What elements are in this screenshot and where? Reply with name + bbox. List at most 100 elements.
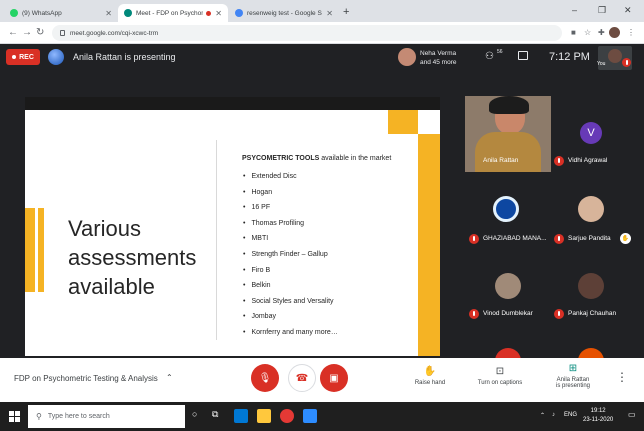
slide-accent-bar bbox=[38, 208, 44, 292]
participant-tile[interactable]: Pankaj Chauhan bbox=[554, 263, 636, 333]
participant-tile[interactable]: V Vidhi Agrawal bbox=[554, 96, 636, 172]
mic-off-icon: 🎙 bbox=[258, 372, 272, 384]
forward-arrow-icon[interactable]: → bbox=[22, 27, 32, 38]
participant-tile[interactable] bbox=[554, 340, 636, 358]
participant-tile[interactable]: Sarjue Pandita ✋ bbox=[554, 180, 636, 256]
captions-icon: ⊡ bbox=[495, 366, 505, 377]
record-dot-icon bbox=[12, 55, 17, 59]
presenter-avatar bbox=[48, 49, 64, 65]
browser-tab-strip: (9) WhatsApp ✕ Meet - FDP on Psychometri… bbox=[0, 0, 644, 22]
new-tab-button[interactable]: + bbox=[343, 6, 349, 18]
url-text: meet.google.com/cqi-xcwc-trm bbox=[70, 29, 159, 37]
rec-label: REC bbox=[19, 53, 34, 61]
star-icon[interactable]: ☆ bbox=[584, 28, 591, 37]
mic-off-icon bbox=[469, 309, 479, 319]
participant-name: Vinod Dumblekar bbox=[483, 310, 533, 317]
lock-icon bbox=[60, 30, 65, 36]
tab-whatsapp[interactable]: (9) WhatsApp ✕ bbox=[4, 4, 118, 22]
meeting-clock: 7:12 PM bbox=[549, 51, 590, 63]
tray-up-icon[interactable]: ⌃ bbox=[540, 412, 545, 419]
camera-toggle-button[interactable]: ▣ bbox=[320, 364, 348, 392]
slide-title-line: Various bbox=[68, 216, 141, 241]
chrome-icon[interactable] bbox=[280, 409, 294, 423]
mic-off-icon bbox=[554, 156, 564, 166]
close-tab-icon[interactable]: ✕ bbox=[215, 9, 222, 18]
participant-tile[interactable]: GHAZIABAD MANA... bbox=[465, 180, 551, 256]
windows-start-icon[interactable] bbox=[9, 411, 20, 422]
participant-avatar bbox=[578, 348, 604, 358]
participant-name: Anila Rattan bbox=[483, 157, 519, 164]
back-arrow-icon[interactable]: ← bbox=[8, 27, 18, 38]
raise-hand-label: Raise hand bbox=[414, 380, 446, 386]
close-tab-icon[interactable]: ✕ bbox=[105, 9, 112, 18]
address-bar[interactable]: meet.google.com/cqi-xcwc-trm bbox=[52, 25, 562, 41]
mic-off-icon bbox=[622, 58, 631, 67]
notifications-icon[interactable]: ▭ bbox=[628, 410, 636, 419]
raise-hand-button[interactable]: ✋ Raise hand bbox=[410, 366, 450, 386]
minimize-button[interactable]: – bbox=[572, 5, 577, 15]
zoom-icon[interactable] bbox=[303, 409, 317, 423]
microphone-toggle-button[interactable]: 🎙 bbox=[251, 364, 279, 392]
task-view-icon[interactable]: ⧉ bbox=[212, 409, 226, 423]
file-explorer-icon[interactable] bbox=[257, 409, 271, 423]
chevron-up-icon[interactable]: ⌃ bbox=[166, 373, 173, 382]
tab-title: Meet - FDP on Psychometric bbox=[136, 9, 203, 17]
participant-name: Neha Verma bbox=[420, 50, 457, 57]
participant-hair bbox=[489, 96, 529, 114]
more-options-icon[interactable]: ⋮ bbox=[616, 370, 628, 384]
participant-body bbox=[475, 132, 541, 172]
meeting-controls-bar: FDP on Psychometric Testing & Analysis ⌃… bbox=[0, 358, 644, 402]
language-indicator[interactable]: ENG bbox=[564, 412, 577, 418]
chat-icon[interactable] bbox=[518, 51, 528, 60]
profile-avatar[interactable] bbox=[609, 27, 620, 38]
speaker-icon[interactable]: ♪ bbox=[552, 412, 555, 418]
close-window-button[interactable]: ✕ bbox=[624, 5, 632, 16]
tool-item: Firo B bbox=[243, 263, 338, 279]
tab-meet[interactable]: Meet - FDP on Psychometric ✕ bbox=[118, 4, 228, 22]
organisation-logo bbox=[493, 196, 519, 222]
taskbar-clock[interactable]: 19:12 23-11-2020 bbox=[583, 407, 613, 425]
taskbar-search-box[interactable]: ⚲ Type here to search bbox=[28, 405, 185, 428]
participant-name: Pankaj Chauhan bbox=[568, 310, 617, 317]
participant-summary: Neha Verma and 45 more bbox=[420, 49, 457, 67]
slide-title: Various assessments available bbox=[68, 214, 196, 301]
browser-toolbar: ← → ↻ meet.google.com/cqi-xcwc-trm ■ ☆ ✚… bbox=[0, 22, 644, 44]
participant-tile[interactable] bbox=[465, 340, 551, 358]
presenting-status: Anila Rattan is presenting bbox=[73, 52, 176, 62]
mail-icon[interactable] bbox=[234, 409, 248, 423]
captions-button[interactable]: ⊡ Turn on captions bbox=[472, 366, 528, 386]
slide-divider bbox=[216, 140, 217, 340]
camera-icon[interactable]: ■ bbox=[571, 28, 576, 37]
captions-label: Turn on captions bbox=[477, 380, 523, 386]
participant-tile[interactable]: Vinod Dumblekar bbox=[465, 263, 551, 333]
self-avatar bbox=[608, 49, 622, 63]
tab-google-search[interactable]: resenweig test - Google Search ✕ bbox=[229, 4, 339, 22]
hang-up-icon: ☎ bbox=[295, 372, 309, 384]
menu-dots-icon[interactable]: ⋮ bbox=[627, 28, 635, 37]
reload-icon[interactable]: ↻ bbox=[36, 27, 44, 38]
tools-heading-rest: available in the market bbox=[319, 155, 392, 162]
tab-title: resenweig test - Google Search bbox=[247, 9, 322, 17]
maximize-button[interactable]: ❐ bbox=[598, 5, 606, 16]
meeting-details[interactable]: FDP on Psychometric Testing & Analysis bbox=[14, 374, 158, 383]
tool-item: 16 PF bbox=[243, 200, 338, 216]
slide-accent-bar bbox=[418, 134, 440, 356]
tool-item: Hogan bbox=[243, 185, 338, 201]
participant-initial: V bbox=[580, 122, 602, 144]
tool-item: Kornferry and many more… bbox=[243, 325, 337, 341]
whatsapp-icon bbox=[10, 9, 18, 17]
search-icon: ⚲ bbox=[36, 412, 42, 421]
taskbar-time: 19:12 bbox=[590, 408, 606, 414]
close-tab-icon[interactable]: ✕ bbox=[326, 9, 333, 18]
extensions-icon[interactable]: ✚ bbox=[598, 28, 605, 37]
leave-call-button[interactable]: ☎ bbox=[288, 364, 316, 392]
mic-off-icon bbox=[554, 234, 564, 244]
participant-tile[interactable]: Anila Rattan bbox=[465, 96, 551, 172]
participant-name: Vidhi Agrawal bbox=[568, 157, 608, 164]
cortana-icon[interactable]: ○ bbox=[192, 409, 206, 423]
presenting-button[interactable]: ⊞ Anila Rattan is presenting bbox=[550, 363, 596, 389]
people-icon[interactable]: ⚇ bbox=[485, 51, 494, 62]
tools-heading-bold: PSYCOMETRIC TOOLS bbox=[242, 155, 320, 162]
hand-icon: ✋ bbox=[620, 233, 631, 244]
participant-name: GHAZIABAD MANA... bbox=[483, 235, 547, 242]
